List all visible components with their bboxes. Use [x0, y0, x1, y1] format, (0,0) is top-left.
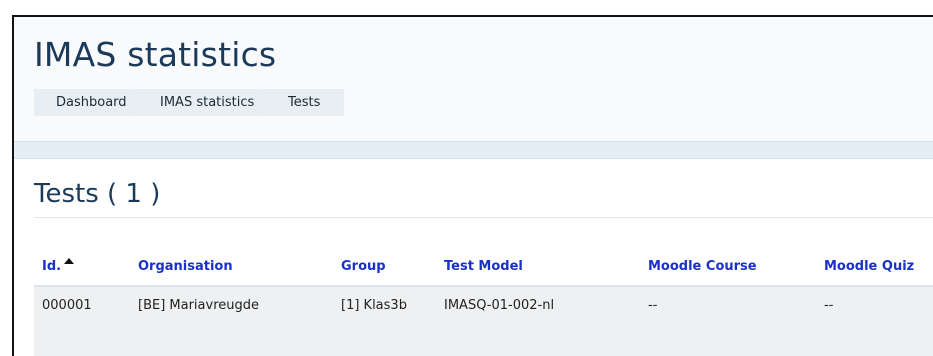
- cell-moodle-course: --: [640, 286, 816, 323]
- spacer-cell: [816, 323, 933, 356]
- page-frame: IMAS statistics Dashboard IMAS statistic…: [12, 15, 933, 356]
- breadcrumb: Dashboard IMAS statistics Tests: [34, 89, 344, 116]
- page-title: IMAS statistics: [34, 35, 277, 74]
- column-header-moodle-course[interactable]: Moodle Course: [640, 247, 816, 287]
- spacer-cell: [34, 323, 130, 356]
- cell-group: [1] Klas3b: [333, 286, 436, 323]
- tests-table: Id. Organisation Group Test Model Moodle…: [34, 247, 933, 356]
- cell-moodle-quiz: --: [816, 286, 933, 323]
- cell-test-model: IMASQ-01-002-nl: [436, 286, 640, 323]
- column-header-id-label[interactable]: Id.: [42, 259, 61, 274]
- table-header-row: Id. Organisation Group Test Model Moodle…: [34, 247, 933, 287]
- breadcrumb-dashboard[interactable]: Dashboard: [34, 89, 139, 116]
- section-title: Tests ( 1 ): [34, 179, 161, 209]
- column-header-moodle-quiz[interactable]: Moodle Quiz: [816, 247, 933, 287]
- page-header: IMAS statistics Dashboard IMAS statistic…: [14, 17, 933, 141]
- column-header-group[interactable]: Group: [333, 247, 436, 287]
- spacer-cell: [130, 323, 333, 356]
- spacer-cell: [333, 323, 436, 356]
- breadcrumb-imas-statistics[interactable]: IMAS statistics: [130, 89, 267, 116]
- cell-id: 000001: [34, 286, 130, 323]
- spacer-cell: [640, 323, 816, 356]
- cell-organisation: [BE] Mariavreugde: [130, 286, 333, 323]
- breadcrumb-tests: Tests: [258, 89, 344, 116]
- header-band: [14, 142, 933, 159]
- section-divider: [34, 217, 933, 218]
- column-header-test-model[interactable]: Test Model: [436, 247, 640, 287]
- column-header-organisation[interactable]: Organisation: [130, 247, 333, 287]
- sort-ascending-icon[interactable]: [64, 258, 75, 264]
- column-header-id[interactable]: Id.: [34, 247, 130, 287]
- spacer-cell: [436, 323, 640, 356]
- table-row-spacer: [34, 323, 933, 356]
- table-row[interactable]: 000001 [BE] Mariavreugde [1] Klas3b IMAS…: [34, 286, 933, 323]
